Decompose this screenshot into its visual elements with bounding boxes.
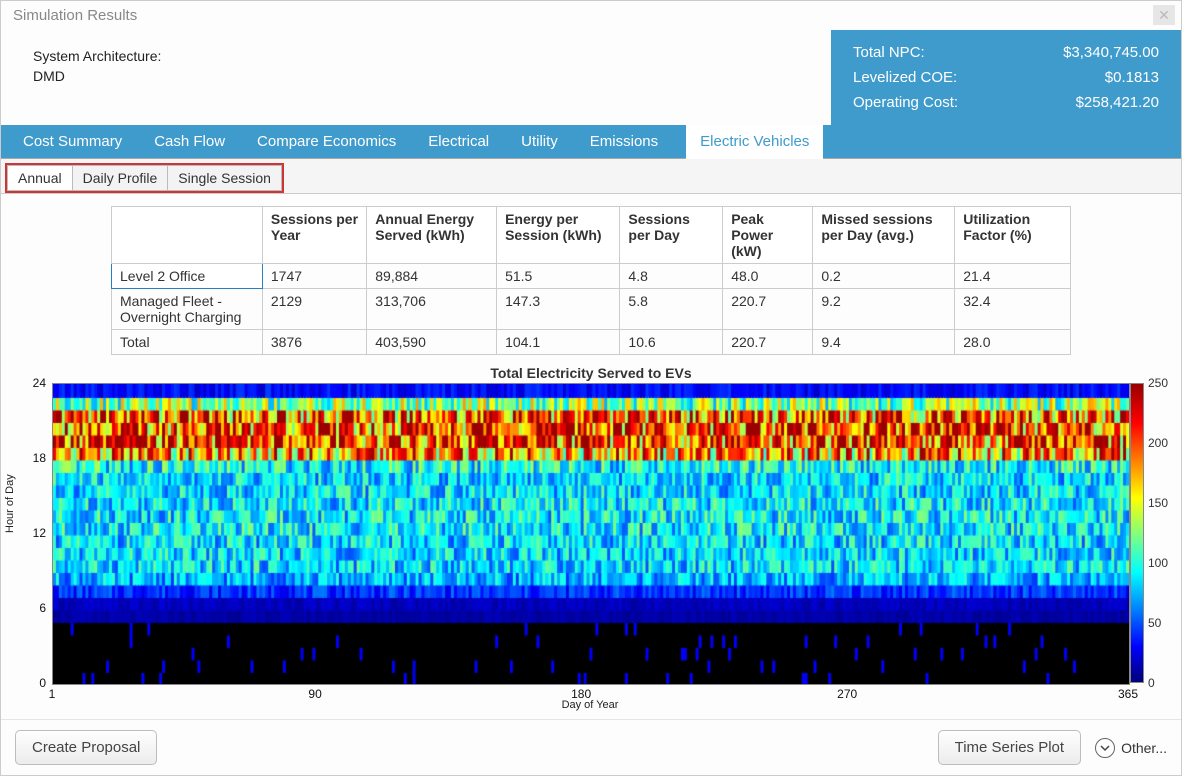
table-header: Peak Power (kW) — [723, 207, 813, 264]
chevron-down-icon — [1095, 738, 1115, 758]
table-cell: 147.3 — [497, 289, 620, 330]
y-tick: 6 — [39, 601, 46, 615]
tab-electrical[interactable]: Electrical — [424, 125, 493, 159]
other-dropdown[interactable]: Other... — [1095, 738, 1167, 758]
ev-table: Sessions per YearAnnual Energy Served (k… — [111, 206, 1071, 355]
table-header: Energy per Session (kWh) — [497, 207, 620, 264]
row-name: Managed Fleet - Overnight Charging — [112, 289, 263, 330]
cost-summary-box: Total NPC: $3,340,745.00 Levelized COE: $0… — [831, 30, 1181, 125]
other-label: Other... — [1121, 740, 1167, 756]
arch-label: System Architecture: — [33, 48, 831, 64]
table-cell: 1747 — [262, 264, 366, 289]
heatmap-chart: Hour of Day 06121824 050100150200250 Day… — [16, 383, 1166, 715]
table-cell: 28.0 — [955, 330, 1071, 355]
x-tick: 270 — [837, 687, 857, 701]
table-cell: 403,590 — [367, 330, 497, 355]
subtab-daily-profile[interactable]: Daily Profile — [73, 165, 169, 191]
page-title: Simulation Results — [13, 7, 137, 24]
time-series-plot-button[interactable]: Time Series Plot — [938, 730, 1081, 765]
y-axis-label: Hour of Day — [4, 474, 16, 533]
table-cell: 4.8 — [620, 264, 723, 289]
table-header: Missed sessions per Day (avg.) — [813, 207, 955, 264]
x-tick: 180 — [571, 687, 591, 701]
table-cell: 104.1 — [497, 330, 620, 355]
y-tick: 24 — [33, 376, 46, 390]
table-cell: 89,884 — [367, 264, 497, 289]
table-cell: 0.2 — [813, 264, 955, 289]
table-header: Sessions per Day — [620, 207, 723, 264]
y-tick: 0 — [39, 676, 46, 690]
table-header — [112, 207, 263, 264]
table-row[interactable]: Managed Fleet - Overnight Charging212931… — [112, 289, 1071, 330]
table-cell: 9.4 — [813, 330, 955, 355]
colorbar-tick: 0 — [1148, 676, 1155, 690]
colorbar-tick: 150 — [1148, 496, 1168, 510]
table-cell: 3876 — [262, 330, 366, 355]
system-architecture: System Architecture: DMD — [1, 30, 831, 125]
x-tick: 1 — [49, 687, 56, 701]
table-header: Sessions per Year — [262, 207, 366, 264]
opex-value: $258,421.20 — [1076, 94, 1159, 111]
lcoe-label: Levelized COE: — [853, 69, 957, 86]
chart-title: Total Electricity Served to EVs — [11, 365, 1171, 381]
npc-label: Total NPC: — [853, 44, 925, 61]
arch-value: DMD — [33, 68, 831, 84]
subtab-single-session[interactable]: Single Session — [168, 165, 282, 191]
table-row[interactable]: Level 2 Office174789,88451.54.848.00.221… — [112, 264, 1071, 289]
subtab-annual[interactable]: Annual — [7, 165, 73, 191]
tab-emissions[interactable]: Emissions — [586, 125, 662, 159]
table-cell: 51.5 — [497, 264, 620, 289]
main-tabs: Cost Summary Cash Flow Compare Economics El… — [1, 125, 1181, 159]
colorbar-tick: 50 — [1148, 616, 1161, 630]
create-proposal-button[interactable]: Create Proposal — [15, 730, 157, 765]
table-cell: 5.8 — [620, 289, 723, 330]
table-header: Annual Energy Served (kWh) — [367, 207, 497, 264]
npc-value: $3,340,745.00 — [1063, 44, 1159, 61]
colorbar-tick: 100 — [1148, 556, 1168, 570]
table-cell: 48.0 — [723, 264, 813, 289]
y-tick: 12 — [33, 526, 46, 540]
tab-utility[interactable]: Utility — [517, 125, 562, 159]
heatmap-canvas — [52, 383, 1130, 685]
table-cell: 313,706 — [367, 289, 497, 330]
y-tick: 18 — [33, 451, 46, 465]
colorbar — [1130, 383, 1144, 683]
tab-electric-vehicles[interactable]: Electric Vehicles — [686, 125, 823, 159]
colorbar-tick: 200 — [1148, 436, 1168, 450]
x-tick: 90 — [308, 687, 321, 701]
table-row[interactable]: Total3876403,590104.110.6220.79.428.0 — [112, 330, 1071, 355]
tab-cash-flow[interactable]: Cash Flow — [150, 125, 229, 159]
table-cell: 220.7 — [723, 289, 813, 330]
table-cell: 220.7 — [723, 330, 813, 355]
table-cell: 10.6 — [620, 330, 723, 355]
row-name: Total — [112, 330, 263, 355]
close-icon[interactable]: ✕ — [1153, 5, 1175, 25]
table-cell: 32.4 — [955, 289, 1071, 330]
table-cell: 2129 — [262, 289, 366, 330]
row-name: Level 2 Office — [112, 264, 263, 289]
lcoe-value: $0.1813 — [1105, 69, 1159, 86]
tab-cost-summary[interactable]: Cost Summary — [19, 125, 126, 159]
x-tick: 365 — [1118, 687, 1138, 701]
sub-tabs: AnnualDaily ProfileSingle Session — [5, 163, 284, 193]
table-cell: 21.4 — [955, 264, 1071, 289]
table-header: Utilization Factor (%) — [955, 207, 1071, 264]
tab-compare-economics[interactable]: Compare Economics — [253, 125, 400, 159]
table-cell: 9.2 — [813, 289, 955, 330]
colorbar-tick: 250 — [1148, 376, 1168, 390]
opex-label: Operating Cost: — [853, 94, 958, 111]
